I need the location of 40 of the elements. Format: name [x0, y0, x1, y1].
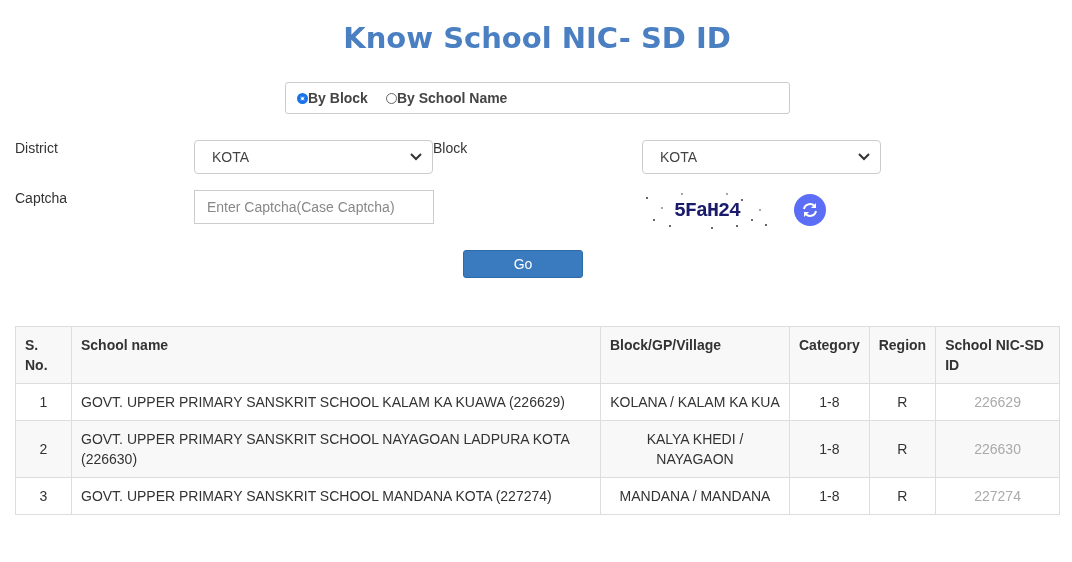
captcha-image: 5FaH24 [642, 190, 772, 230]
field-label: Captcha [15, 190, 69, 207]
table-cell: 226629 [935, 383, 1060, 421]
radio-button[interactable] [297, 92, 308, 104]
table-cell: R [869, 420, 936, 478]
table-cell: 1-8 [789, 420, 870, 478]
radio-label[interactable]: By Block [308, 90, 368, 106]
table-cell: 226630 [935, 420, 1060, 478]
table-cell: KALYA KHEDI / NAYAGAON [600, 420, 790, 478]
column-header: School NIC-SD ID [935, 326, 1060, 384]
block-select[interactable]: KOTA [642, 140, 881, 174]
table-cell: R [869, 383, 936, 421]
chevron-icon [858, 153, 870, 161]
field-label: Block [433, 140, 469, 157]
table-cell: 1-8 [789, 477, 870, 515]
captcha-field[interactable]: Enter Captcha(Case Captcha) [194, 190, 434, 224]
table-cell: 3 [15, 477, 72, 515]
column-header: Block/GP/Village [600, 326, 790, 384]
table-cell: R [869, 477, 936, 515]
table-cell: KOLANA / KALAM KA KUA [600, 383, 790, 421]
table-cell: GOVT. UPPER PRIMARY SANSKRIT SCHOOL MANDANA KOTA (227274) [71, 477, 601, 515]
go-button[interactable]: Go [463, 250, 583, 278]
column-header: S. No. [15, 326, 72, 384]
table-cell: MANDANA / MANDANA [600, 477, 790, 515]
table-cell: GOVT. UPPER PRIMARY SANSKRIT SCHOOL NAYAGOAN LADPURA KOTA (226630) [71, 420, 601, 478]
table-cell: 1-8 [789, 383, 870, 421]
table-cell: GOVT. UPPER PRIMARY SANSKRIT SCHOOL KALAM KA KUAWA (226629) [71, 383, 601, 421]
table-cell: 227274 [935, 477, 1060, 515]
page-title: Know School NIC- SD ID [342, 20, 732, 57]
column-header: School name [71, 326, 601, 384]
table-cell: 2 [15, 420, 72, 478]
chevron-icon [410, 153, 422, 161]
column-header: Region [869, 326, 936, 384]
refresh-button[interactable] [794, 194, 826, 226]
table-cell: 1 [15, 383, 72, 421]
field-label: District [15, 140, 59, 157]
district-select[interactable]: KOTA [194, 140, 433, 174]
refresh-icon [801, 201, 819, 219]
radio-label[interactable]: By School Name [396, 90, 508, 106]
column-header: Category [789, 326, 870, 384]
